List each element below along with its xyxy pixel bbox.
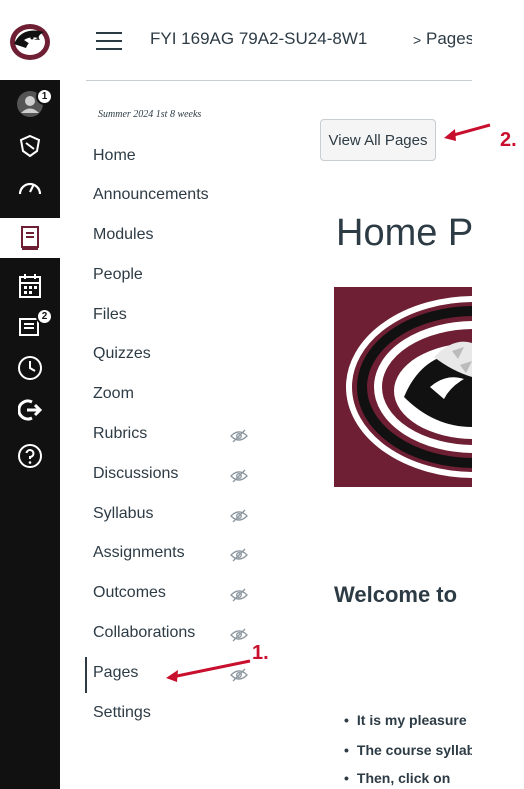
sidebar-item-announcements[interactable]: Announcements	[93, 186, 209, 204]
sidebar-item-pages[interactable]: Pages	[93, 664, 138, 682]
sidebar-item-zoom[interactable]: Zoom	[93, 385, 134, 403]
account-nav[interactable]: 1	[0, 84, 60, 124]
global-nav: 1 2	[0, 0, 60, 789]
admin-nav[interactable]	[0, 126, 60, 166]
hidden-eye-icon	[230, 588, 248, 602]
help-icon	[18, 444, 42, 468]
shield-icon	[19, 134, 41, 158]
sidebar-item-collaborations[interactable]: Collaborations	[93, 624, 195, 642]
callout-2-label: 2.	[500, 129, 517, 151]
account-badge: 1	[36, 88, 53, 105]
history-nav[interactable]	[0, 348, 60, 388]
hawk-banner-icon	[346, 296, 472, 478]
sidebar-item-syllabus[interactable]: Syllabus	[93, 505, 153, 523]
breadcrumb-current: Pages	[426, 29, 472, 48]
list-item: The course syllabus	[344, 742, 472, 758]
sidebar-item-assignments[interactable]: Assignments	[93, 544, 185, 562]
calendar-nav[interactable]	[0, 266, 60, 306]
breadcrumb-course[interactable]: FYI 169AG 79A2-SU24-8W1	[150, 29, 367, 49]
sidebar-item-rubrics[interactable]: Rubrics	[93, 425, 147, 443]
sidebar-item-home[interactable]: Home	[93, 147, 136, 165]
inbox-nav[interactable]: 2	[0, 306, 60, 346]
list-item: It is my pleasure	[344, 712, 472, 728]
term-label: Summer 2024 1st 8 weeks	[98, 109, 202, 120]
active-item-indicator	[85, 657, 87, 693]
sidebar-item-people[interactable]: People	[93, 266, 143, 284]
callout-2-arrow-icon	[444, 123, 491, 141]
callout-1-arrow-icon	[166, 659, 251, 682]
callout-1-label: 1.	[252, 642, 269, 664]
view-all-pages-button[interactable]: View All Pages	[320, 119, 436, 161]
institution-logo[interactable]	[0, 0, 60, 80]
clock-icon	[18, 356, 42, 380]
page-title: Home Page	[336, 212, 472, 254]
sidebar-item-files[interactable]: Files	[93, 306, 127, 324]
book-icon	[21, 226, 39, 250]
sidebar-item-modules[interactable]: Modules	[93, 226, 153, 244]
hidden-eye-icon	[230, 509, 248, 523]
list-item: Then, click on	[344, 770, 472, 786]
hidden-eye-icon	[230, 628, 248, 642]
course-banner-image	[334, 287, 472, 487]
hidden-eye-icon	[230, 548, 248, 562]
sidebar-item-quizzes[interactable]: Quizzes	[93, 345, 151, 363]
inbox-badge: 2	[36, 308, 53, 325]
hawk-logo-icon	[10, 24, 50, 60]
dashboard-nav[interactable]	[0, 167, 60, 207]
calendar-icon	[19, 274, 41, 298]
breadcrumb-separator: >	[413, 32, 422, 48]
logout-icon	[18, 399, 42, 421]
speedometer-icon	[18, 182, 42, 195]
hidden-eye-icon	[230, 429, 248, 443]
hidden-eye-icon	[230, 469, 248, 483]
sidebar-item-outcomes[interactable]: Outcomes	[93, 584, 166, 602]
help-nav[interactable]	[0, 436, 60, 476]
course-header: FYI 169AG 79A2-SU24-8W1 > Pages	[60, 0, 524, 80]
logout-nav[interactable]	[0, 390, 60, 430]
welcome-heading: Welcome to	[334, 582, 458, 607]
courses-nav[interactable]	[0, 218, 60, 258]
sidebar-item-settings[interactable]: Settings	[93, 704, 151, 722]
hamburger-menu-icon[interactable]	[96, 32, 122, 50]
sidebar-item-discussions[interactable]: Discussions	[93, 465, 178, 483]
